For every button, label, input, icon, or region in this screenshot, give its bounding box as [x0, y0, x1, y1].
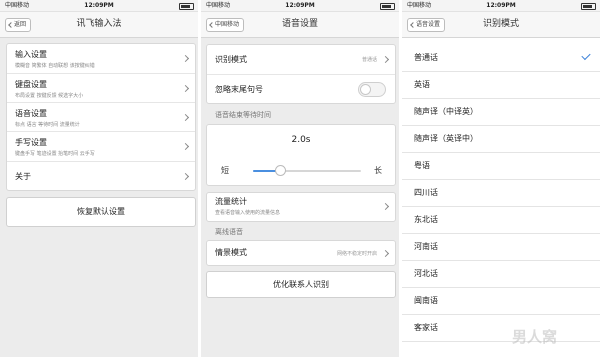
language-option-label: 河北话 [414, 269, 438, 278]
settings-item-keyboard[interactable]: 键盘设置 布局设置 按键反馈 候选字大小 [7, 73, 195, 103]
language-option[interactable]: 普通话 [402, 45, 600, 72]
recognition-mode-row[interactable]: 识别模式 普通话 [207, 45, 395, 74]
language-option[interactable]: 河北话 [402, 261, 600, 288]
wait-time-section-label: 语音结束等待时间 [215, 111, 271, 119]
slider-long-label: 长 [374, 166, 382, 175]
language-option[interactable]: 随声译（英译中） [402, 126, 600, 153]
language-option[interactable]: 东北话 [402, 207, 600, 234]
battery-icon [179, 3, 194, 10]
chevron-right-icon [181, 84, 190, 93]
omit-period-toggle[interactable] [358, 82, 386, 97]
chevron-right-icon [381, 55, 390, 64]
nav-bar: 中国移动 语音设置 [201, 12, 399, 38]
language-option-label: 东北话 [414, 215, 438, 224]
chevron-right-icon [381, 249, 390, 258]
slider-knob[interactable] [275, 165, 286, 176]
language-option[interactable]: 客家话 [402, 315, 600, 342]
ime-settings-screen: 中国移动 12:09PM 返回 讯飞输入法 输入设置 模糊音 简繁体 自动联想 … [0, 0, 198, 357]
nav-bar: 语音设置 识别模式 [402, 12, 600, 38]
scene-mode-row[interactable]: 情景模式 网络不稳定时开启 [206, 240, 396, 266]
settings-item-label: 手写设置 [15, 138, 47, 147]
restore-defaults-button[interactable]: 恢复默认设置 [6, 197, 196, 227]
settings-item-label: 输入设置 [15, 50, 47, 59]
language-option-label: 河南话 [414, 242, 438, 251]
recognition-mode-value: 普通话 [361, 57, 377, 63]
settings-item-voice[interactable]: 语音设置 标点 语言 等待时间 流量统计 [7, 102, 195, 132]
settings-item-input[interactable]: 输入设置 模糊音 简繁体 自动联想 该按键纠错 [7, 44, 195, 73]
settings-item-subtitle: 键盘手写 笔迹设置 抬笔时间 云手写 [15, 151, 95, 157]
scene-mode-label: 情景模式 [215, 248, 247, 257]
traffic-subtitle: 查看语音输入使用的流量信息 [215, 210, 281, 216]
page-title: 讯飞输入法 [76, 19, 122, 29]
settings-item-about[interactable]: 关于 [7, 161, 195, 191]
language-option[interactable]: 粤语 [402, 153, 600, 180]
settings-item-subtitle: 标点 语言 等待时间 流量统计 [15, 122, 80, 128]
status-bar: 中国移动 12:09PM [0, 0, 198, 12]
language-option-label: 随声译（英译中） [414, 134, 478, 143]
language-option-label: 闽南语 [414, 296, 438, 305]
offline-section-label: 离线语音 [215, 228, 243, 236]
checkmark-icon [581, 50, 591, 61]
chevron-right-icon [381, 202, 390, 211]
language-option[interactable]: 河南话 [402, 234, 600, 261]
scene-mode-value: 网络不稳定时开启 [336, 251, 377, 257]
three-phone-screenshots: 中国移动 12:09PM 返回 讯飞输入法 输入设置 模糊音 简繁体 自动联想 … [0, 0, 600, 357]
omit-period-row: 忽略末尾句号 [207, 74, 395, 104]
omit-period-label: 忽略末尾句号 [215, 85, 263, 94]
language-option[interactable]: 随声译（中译英） [402, 99, 600, 126]
traffic-card[interactable]: 流量统计 查看语音输入使用的流量信息 [206, 192, 396, 222]
language-option-label: 四川话 [414, 188, 438, 197]
language-option[interactable]: 四川话 [402, 180, 600, 207]
status-time: 12:09PM [285, 2, 315, 9]
settings-item-subtitle: 布局设置 按键反馈 候选字大小 [15, 93, 84, 99]
recognition-mode-label: 识别模式 [215, 55, 247, 64]
watermark-text: 男人窝 [512, 328, 558, 346]
language-option[interactable]: 英语 [402, 72, 600, 99]
language-option-label: 英语 [414, 80, 430, 89]
wait-time-card: 2.0s 短 长 [206, 124, 396, 186]
chevron-right-icon [181, 172, 190, 181]
chevron-right-icon [181, 113, 190, 122]
page-title: 识别模式 [482, 19, 519, 29]
language-option-label: 客家话 [414, 323, 438, 332]
battery-icon [581, 3, 596, 10]
status-time: 12:09PM [486, 2, 516, 9]
toggle-knob [360, 84, 371, 95]
traffic-title: 流量统计 [215, 197, 247, 206]
language-option-label: 随声译（中译英） [414, 107, 478, 116]
settings-item-label: 语音设置 [15, 109, 47, 118]
recognition-card: 识别模式 普通话 忽略末尾句号 [206, 44, 396, 104]
status-bar: 中国移动 12:09PM [402, 0, 600, 12]
language-option[interactable]: 闽南语 [402, 288, 600, 315]
slider-short-label: 短 [221, 166, 229, 175]
nav-bar: 返回 讯飞输入法 [0, 12, 198, 38]
settings-item-subtitle: 模糊音 简繁体 自动联想 该按键纠错 [15, 63, 95, 69]
language-option-label: 粤语 [414, 161, 430, 170]
wait-time-slider[interactable] [253, 165, 361, 176]
settings-card: 输入设置 模糊音 简繁体 自动联想 该按键纠错 键盘设置 布局设置 按键反馈 候… [6, 43, 196, 191]
language-option-label: 普通话 [414, 53, 438, 62]
battery-icon [380, 3, 395, 10]
chevron-right-icon [181, 54, 190, 63]
settings-item-handwriting[interactable]: 手写设置 键盘手写 笔迹设置 抬笔时间 云手写 [7, 131, 195, 162]
optimize-contacts-button[interactable]: 优化联系人识别 [206, 271, 396, 298]
page-title: 语音设置 [281, 19, 318, 29]
settings-item-label: 关于 [15, 172, 31, 181]
recognition-mode-screen: 中国移动 12:09PM 语音设置 识别模式 普通话英语随声译（中译英） 随声译（… [402, 0, 600, 357]
chevron-right-icon [181, 142, 190, 151]
status-time: 12:09PM [84, 2, 114, 9]
status-bar: 中国移动 12:09PM [201, 0, 399, 12]
voice-settings-screen: 中国移动 12:09PM 中国移动 语音设置 识别模式 普通话 忽略末尾句号 语… [201, 0, 399, 357]
wait-time-value: 2.0s [291, 135, 311, 145]
settings-item-label: 键盘设置 [15, 80, 47, 89]
